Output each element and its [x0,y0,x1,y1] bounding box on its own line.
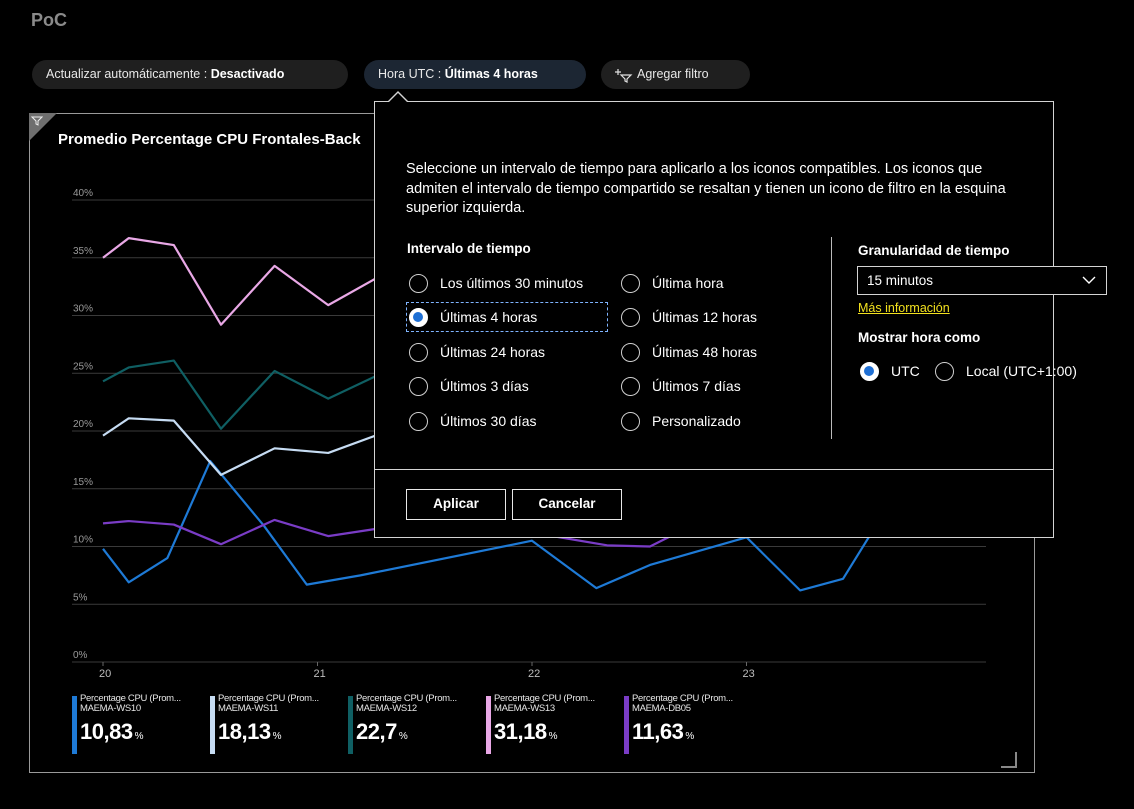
radio-last-24-hours[interactable]: Últimas 24 horas [409,340,545,364]
radio-last-7-days[interactable]: Últimos 7 días [621,374,741,398]
radio-circle [409,307,428,327]
show-time-heading: Mostrar hora como [858,330,981,345]
section-divider [831,237,832,439]
legend-series-host: MAEMA-WS11 [218,703,279,714]
radio-custom[interactable]: Personalizado [621,409,741,433]
radio-label: Últimos 7 días [652,378,741,394]
x-tick-label: 23 [743,668,755,680]
legend-unit: % [134,731,144,742]
legend-series-host: MAEMA-WS12 [356,703,417,714]
legend-unit: % [685,731,694,742]
radio-label: UTC [891,363,920,379]
radio-label: Últimas 24 horas [440,344,546,360]
radio-last-4-hours[interactable]: Últimas 4 horas [406,302,608,332]
radio-last-30-minutes[interactable]: Los últimos 30 minutos [409,271,583,295]
legend-value: 11,63% [632,719,694,744]
radio-local-time[interactable]: Local (UTC+1:00) [935,359,1077,383]
legend-color-bar [210,696,215,754]
cancel-button[interactable]: Cancelar [512,489,622,520]
legend-value: 31,18% [494,719,558,744]
legend-value: 10,83% [80,719,144,744]
granularity-heading: Granularidad de tiempo [858,243,1010,258]
y-tick-label: 40% [73,188,93,199]
radio-last-30-days[interactable]: Últimos 30 días [409,409,536,433]
x-tick-label: 20 [99,668,111,680]
legend-value: 18,13% [218,719,282,744]
popup-description: Seleccione un intervalo de tiempo para a… [406,161,1006,216]
y-tick-label: 25% [73,361,93,372]
x-tick-label: 21 [314,668,326,680]
radio-circle [621,376,640,396]
legend-color-bar [624,696,629,754]
radio-circle [409,411,428,431]
legend-series-host: MAEMA-WS13 [494,703,555,714]
legend-item[interactable]: Percentage CPU (Prom... MAEMA-WS11 18,13% [210,694,319,759]
radio-last-hour[interactable]: Última hora [621,271,724,295]
legend-series-host: MAEMA-WS10 [80,703,141,714]
y-tick-label: 30% [73,304,93,315]
radio-label: Últimas 4 horas [440,309,538,325]
interval-heading: Intervalo de tiempo [407,241,531,256]
radio-circle [935,361,954,381]
y-tick-label: 5% [73,592,88,603]
y-tick-label: 35% [73,246,93,257]
radio-circle [409,376,428,396]
chevron-down-icon [1082,276,1096,284]
legend-color-bar [486,696,491,754]
radio-circle [409,273,428,293]
radio-circle [621,342,640,362]
radio-label: Personalizado [652,413,741,429]
y-tick-label: 15% [73,477,93,488]
legend-color-bar [348,696,353,754]
radio-circle [860,361,879,381]
legend-unit: % [548,731,558,742]
legend-item[interactable]: Percentage CPU (Prom... MAEMA-DB05 11,63% [624,694,733,759]
legend-value: 22,7% [356,719,408,744]
legend-unit: % [272,731,282,742]
radio-label: Últimos 30 días [440,413,537,429]
popup-caret-inner [389,93,407,102]
y-tick-label: 20% [73,419,93,430]
radio-label: Últimas 12 horas [652,309,758,325]
radio-label: Los últimos 30 minutos [440,275,584,291]
legend-series-host: MAEMA-DB05 [632,703,691,714]
radio-label: Últimos 3 días [440,378,529,394]
radio-label: Última hora [652,275,724,291]
radio-label: Últimas 48 horas [652,344,758,360]
granularity-value: 15 minutos [867,273,934,288]
y-tick-label: 0% [73,650,88,661]
legend-item[interactable]: Percentage CPU (Prom... MAEMA-WS12 22,7% [348,694,457,759]
radio-last-12-hours[interactable]: Últimas 12 horas [621,305,757,329]
radio-utc[interactable]: UTC [860,359,920,383]
apply-button[interactable]: Aplicar [406,489,506,520]
x-tick-label: 22 [528,668,540,680]
more-info-link[interactable]: Más información [858,301,950,315]
legend-unit: % [398,731,408,742]
resize-handle[interactable] [1001,752,1017,768]
series-line [102,417,383,476]
radio-circle [621,411,640,431]
series-line [102,237,383,326]
granularity-select[interactable]: 15 minutos [857,266,1107,295]
legend-item[interactable]: Percentage CPU (Prom... MAEMA-WS10 10,83% [72,694,181,759]
radio-circle [621,273,640,293]
radio-circle [621,307,640,327]
radio-circle [409,342,428,362]
radio-last-48-hours[interactable]: Últimas 48 horas [621,340,757,364]
radio-label: Local (UTC+1:00) [966,363,1077,379]
y-tick-label: 10% [73,535,93,546]
legend-item[interactable]: Percentage CPU (Prom... MAEMA-WS13 31,18% [486,694,595,759]
radio-last-3-days[interactable]: Últimos 3 días [409,374,529,398]
legend-color-bar [72,696,77,754]
footer-divider [375,469,1053,470]
